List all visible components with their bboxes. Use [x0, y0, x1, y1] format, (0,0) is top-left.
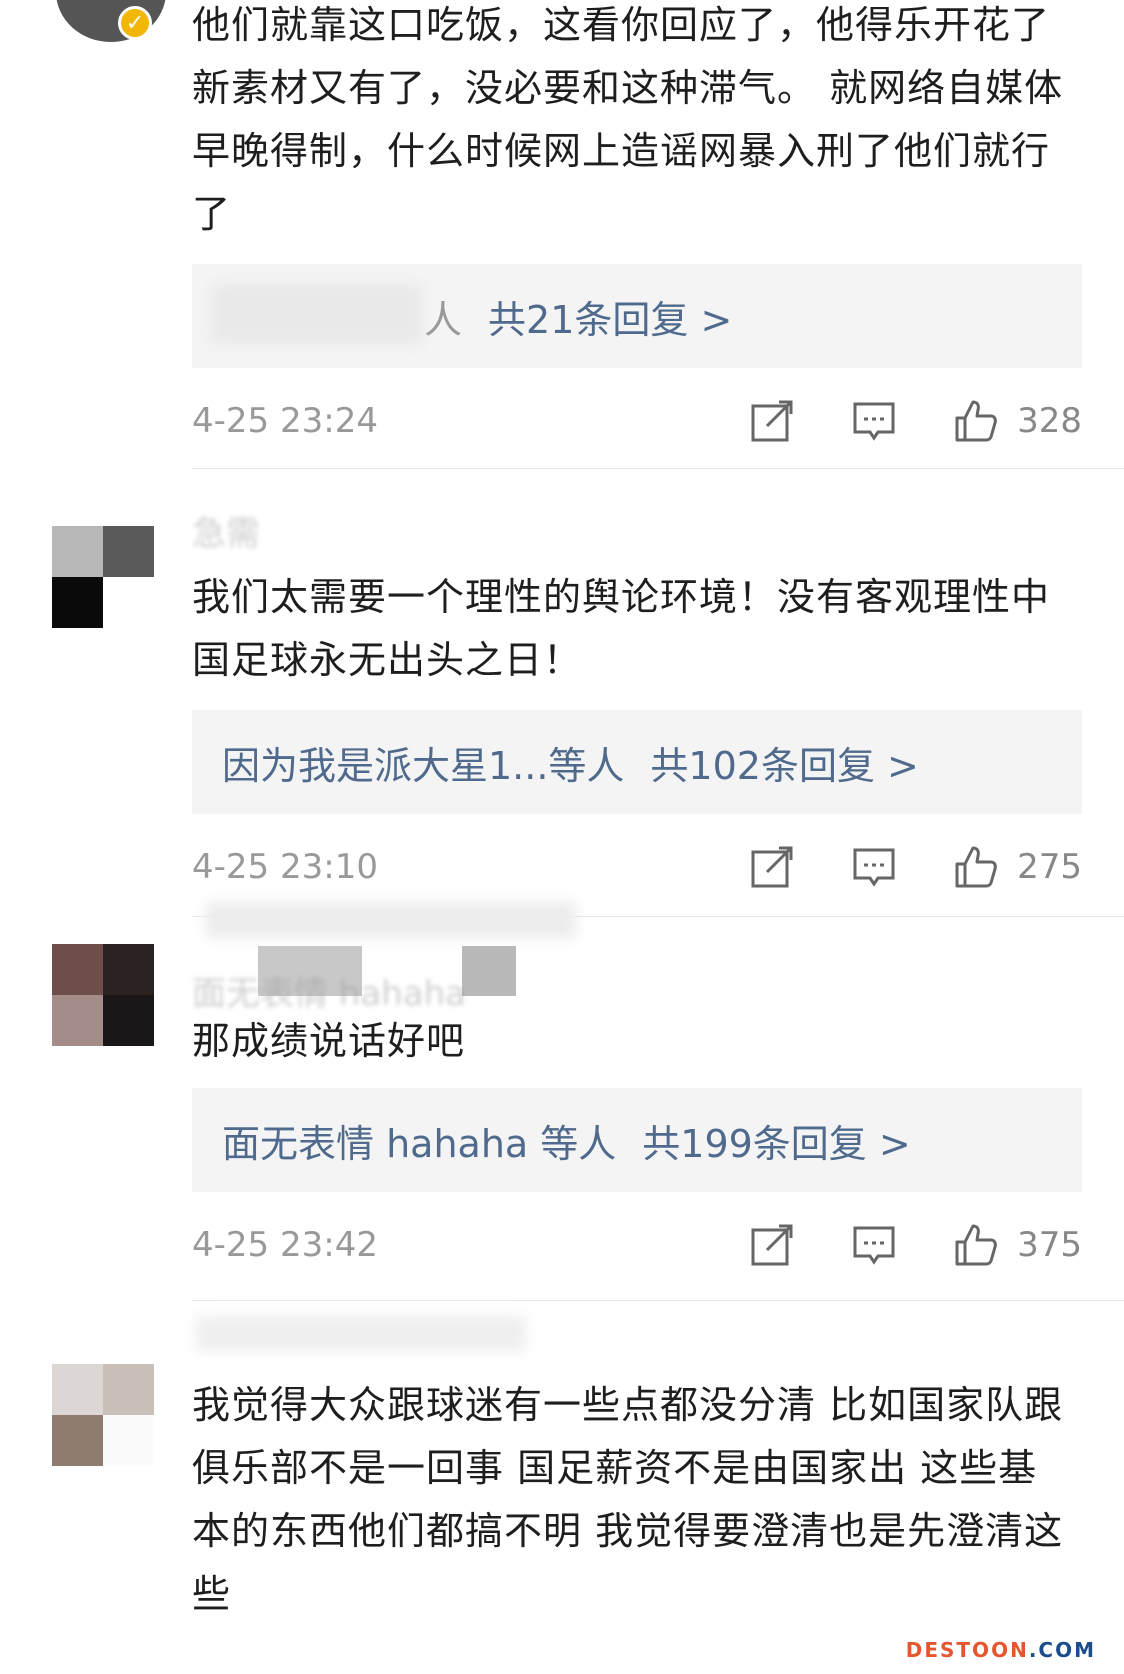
comment-meta: 4-25 23:42 375	[192, 1220, 1082, 1270]
comment-text: 我们太需要一个理性的舆论环境！没有客观理性中国足球永无出头之日！	[192, 575, 1051, 682]
username[interactable]: 急需	[192, 506, 260, 555]
comment-icon[interactable]	[851, 844, 897, 890]
avatar[interactable]	[52, 526, 154, 628]
like-count: 275	[1017, 847, 1082, 887]
avatar[interactable]	[52, 1364, 154, 1466]
reply-names[interactable]: 面无表情 hahaha 等人	[222, 1113, 616, 1168]
avatar[interactable]	[52, 944, 154, 1046]
comment-text: 那成绩说话好吧	[192, 1019, 466, 1063]
action-bar: 328	[749, 396, 1082, 446]
reply-summary[interactable]: 人 共21条回复 >	[192, 264, 1082, 368]
timestamp: 4-25 23:24	[192, 401, 378, 441]
reply-summary[interactable]: 因为我是派大星1...等人 共102条回复 >	[192, 710, 1082, 814]
reply-summary[interactable]: 面无表情 hahaha 等人 共199条回复 >	[192, 1088, 1082, 1192]
thumbs-up-icon[interactable]	[953, 398, 999, 444]
reply-total-link[interactable]: 共21条回复 >	[488, 289, 732, 344]
reply-total-link[interactable]: 共199条回复 >	[642, 1113, 910, 1168]
share-icon[interactable]	[749, 1222, 795, 1268]
comment-text: 他们就靠这口吃饭，这看你回应了，他得乐开花了新素材又有了，没必要和这种滞气。 就…	[192, 3, 1064, 236]
redaction-blur	[462, 946, 516, 996]
divider	[192, 468, 1124, 469]
like-count: 375	[1017, 1225, 1082, 1265]
action-bar: 275	[749, 842, 1082, 892]
comment-icon[interactable]	[851, 1222, 897, 1268]
verified-badge-icon: ✓	[118, 6, 152, 40]
comment-text: 我觉得大众跟球迷有一些点都没分清 比如国家队跟俱乐部不是一回事 国足薪资不是由国…	[192, 1383, 1064, 1616]
redaction-blur	[196, 1316, 526, 1352]
redaction-blur	[258, 946, 362, 996]
comment-icon[interactable]	[851, 398, 897, 444]
thumbs-up-icon[interactable]	[953, 1222, 999, 1268]
timestamp: 4-25 23:10	[192, 847, 378, 887]
redaction-blur	[206, 902, 576, 938]
reply-names: 人	[424, 297, 463, 342]
comment-meta: 4-25 23:24 328	[192, 396, 1082, 446]
thumbs-up-icon[interactable]	[953, 844, 999, 890]
reply-total-link[interactable]: 共102条回复 >	[650, 735, 918, 790]
share-icon[interactable]	[749, 398, 795, 444]
divider	[192, 1300, 1124, 1301]
watermark: DESTOON.COM	[905, 1638, 1096, 1662]
reply-names[interactable]: 因为我是派大星1...等人	[222, 735, 624, 790]
comment-meta: 4-25 23:10 275	[192, 842, 1082, 892]
action-bar: 375	[749, 1220, 1082, 1270]
share-icon[interactable]	[749, 844, 795, 890]
like-count: 328	[1017, 401, 1082, 441]
timestamp: 4-25 23:42	[192, 1225, 378, 1265]
